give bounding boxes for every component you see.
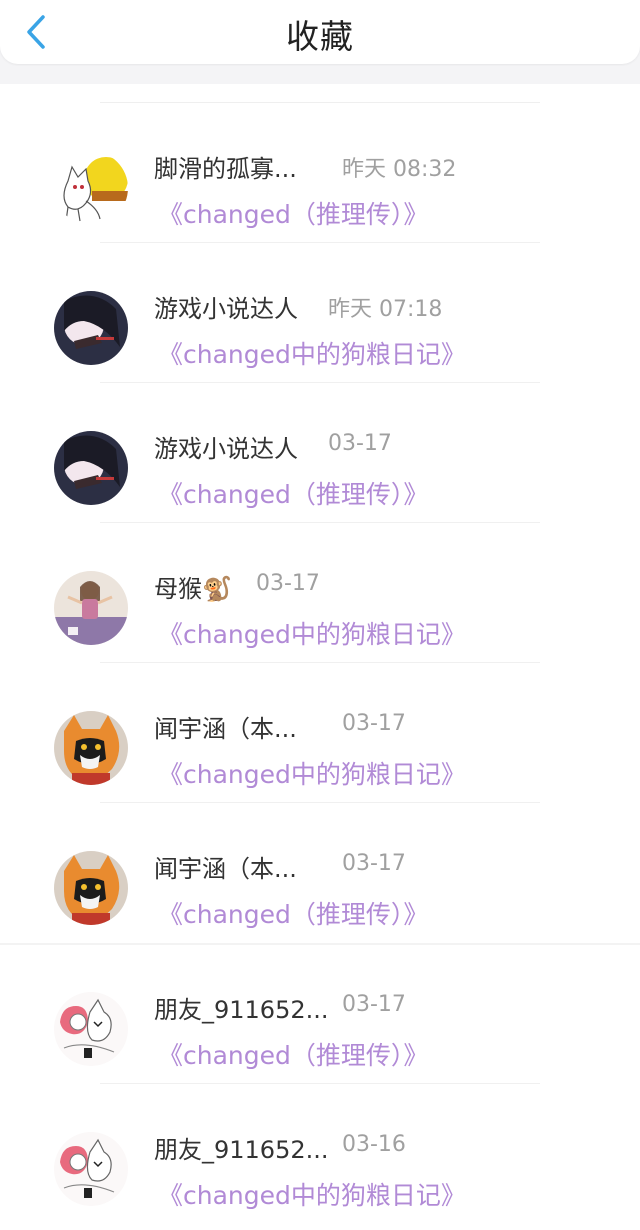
- avatar: [54, 711, 128, 785]
- timestamp: 03-16: [342, 1132, 406, 1157]
- list-item[interactable]: 母猴🐒 03-17 《changed中的狗粮日记》: [0, 523, 640, 663]
- header-bar: 收藏: [0, 0, 640, 64]
- timestamp: 03-17: [342, 711, 406, 736]
- story-title-link[interactable]: 《changed中的狗粮日记》: [158, 755, 466, 791]
- story-title-link[interactable]: 《changed（推理传）》: [158, 895, 428, 931]
- story-title-link[interactable]: 《changed（推理传）》: [158, 195, 428, 231]
- sender-name: 母猴🐒: [154, 575, 232, 603]
- story-title-link[interactable]: 《changed中的狗粮日记》: [158, 1176, 466, 1212]
- sender-name: 游戏小说达人: [154, 435, 298, 463]
- story-title-link[interactable]: 《changed中的狗粮日记》: [158, 615, 466, 651]
- sender-name: 游戏小说达人: [154, 295, 298, 323]
- sender-name: 朋友_911652...: [154, 1136, 329, 1164]
- sender-name: 朋友_911652...: [154, 996, 329, 1024]
- timestamp: 03-17: [342, 992, 406, 1017]
- avatar: [54, 851, 128, 925]
- page-title: 收藏: [286, 17, 354, 56]
- sender-name: 脚滑的孤寡...: [154, 155, 297, 183]
- list-item[interactable]: 闻宇涵（本... 03-17 《changed（推理传）》: [0, 803, 640, 943]
- timestamp: 昨天 08:32: [342, 157, 457, 182]
- story-title-link[interactable]: 《changed（推理传）》: [158, 1036, 428, 1072]
- sender-name: 闻宇涵（本...: [154, 855, 297, 883]
- list-item[interactable]: 游戏小说达人 昨天 07:18 《changed中的狗粮日记》: [0, 243, 640, 383]
- timestamp: 03-17: [342, 851, 406, 876]
- avatar: [54, 151, 128, 225]
- sender-name: 闻宇涵（本...: [154, 715, 297, 743]
- avatar: [54, 431, 128, 505]
- avatar: [54, 571, 128, 645]
- avatar: [54, 1132, 128, 1206]
- list-item[interactable]: 朋友_911652... 03-16 《changed中的狗粮日记》: [0, 1084, 640, 1224]
- list-item[interactable]: 脚滑的孤寡... 昨天 08:32 《changed（推理传）》: [0, 103, 640, 243]
- favorites-list: 脚滑的孤寡... 昨天 08:32 《changed（推理传）》 游戏小说达人 …: [0, 103, 640, 1224]
- list-item[interactable]: 朋友_911652... 03-17 《changed（推理传）》: [0, 944, 640, 1084]
- story-title-link[interactable]: 《changed（推理传）》: [158, 475, 428, 511]
- list-item[interactable]: 闻宇涵（本... 03-17 《changed中的狗粮日记》: [0, 663, 640, 803]
- story-title-link[interactable]: 《changed中的狗粮日记》: [158, 335, 466, 371]
- timestamp: 03-17: [256, 571, 320, 596]
- timestamp: 03-17: [328, 431, 392, 456]
- avatar: [54, 291, 128, 365]
- avatar: [54, 992, 128, 1066]
- list-item[interactable]: 游戏小说达人 03-17 《changed（推理传）》: [0, 383, 640, 523]
- timestamp: 昨天 07:18: [328, 297, 443, 322]
- section-divider: [0, 943, 640, 945]
